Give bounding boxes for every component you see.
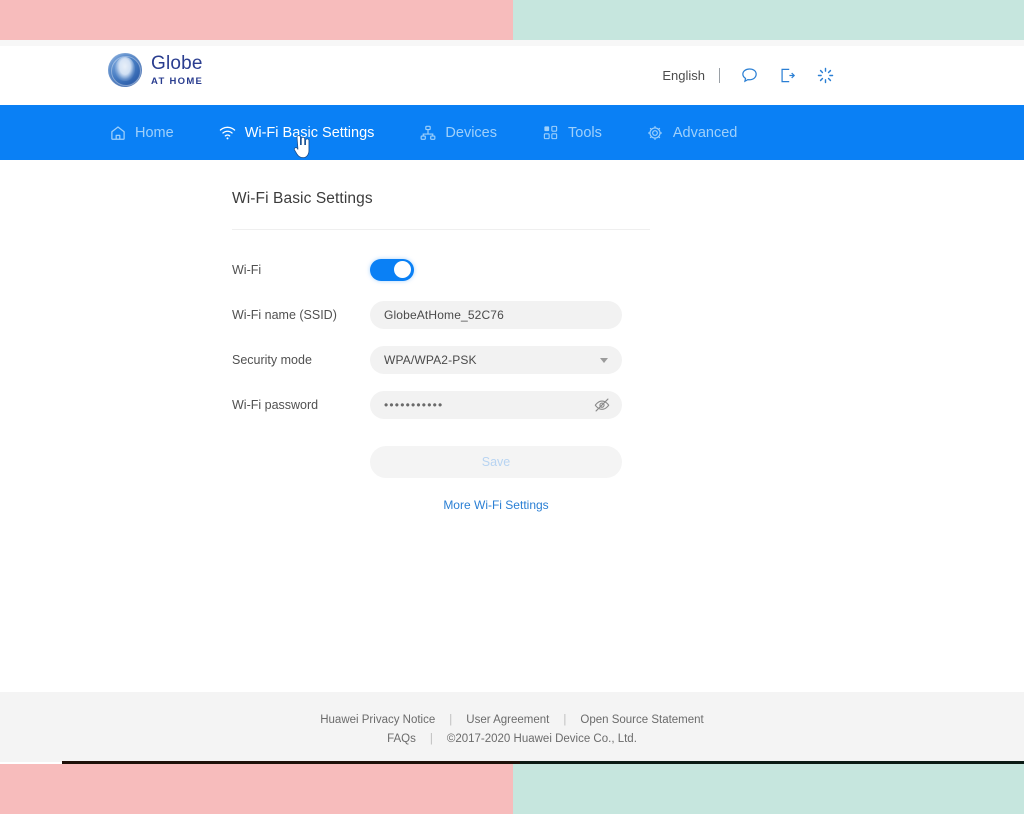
security-mode-select[interactable]: WPA/WPA2-PSK [370, 345, 622, 374]
main-navigation: Home Wi-Fi Basic Settings Devices Tools … [0, 105, 1024, 160]
label-security-mode: Security mode [232, 352, 312, 367]
nav-label-wifi-basic-settings: Wi-Fi Basic Settings [244, 124, 375, 141]
wifi-password-value: ••••••••••• [384, 397, 444, 412]
chat-bubble-icon[interactable] [736, 63, 762, 89]
main-content: Wi-Fi Basic Settings Wi-Fi Wi-Fi name (S… [0, 160, 1024, 740]
header-tools: English [662, 46, 838, 105]
ssid-value: GlobeAtHome_52C76 [384, 307, 504, 322]
form-row-wifi-toggle: Wi-Fi [232, 256, 1024, 283]
more-wifi-settings-link[interactable]: More Wi-Fi Settings [370, 498, 622, 512]
footer-separator: | [429, 732, 433, 745]
language-selector[interactable]: English [662, 68, 705, 83]
nav-item-advanced[interactable]: Advanced [646, 123, 738, 142]
wifi-settings-form: Wi-Fi Wi-Fi name (SSID) GlobeAtHome_52C7… [232, 256, 1024, 419]
tools-grid-icon [541, 123, 560, 142]
nav-item-devices[interactable]: Devices [418, 123, 497, 142]
nav-label-home: Home [135, 124, 174, 141]
nav-item-home[interactable]: Home [108, 123, 174, 142]
decorative-band-mint-top [513, 0, 1024, 40]
footer-line-primary: Huawei Privacy Notice | User Agreement |… [320, 714, 704, 726]
devices-icon [418, 123, 437, 142]
globe-logo-icon [108, 53, 142, 87]
decorative-band-pink-bottom [0, 764, 513, 814]
nav-label-advanced: Advanced [672, 124, 738, 141]
save-button[interactable]: Save [370, 446, 622, 478]
page-title: Wi-Fi Basic Settings [232, 190, 373, 207]
form-row-password: Wi-Fi password ••••••••••• [232, 390, 1024, 419]
footer-line-secondary: FAQs | ©2017-2020 Huawei Device Co., Ltd… [387, 733, 637, 745]
wifi-icon [218, 123, 237, 142]
label-wifi-password: Wi-Fi password [232, 397, 319, 412]
brand-text: Globe AT HOME [151, 54, 203, 87]
wifi-enable-toggle[interactable] [370, 258, 414, 281]
decorative-band-mint-bottom [513, 764, 1024, 814]
footer-link-open-source-statement[interactable]: Open Source Statement [580, 714, 703, 726]
brand-name: Globe [151, 52, 203, 74]
security-mode-value: WPA/WPA2-PSK [384, 352, 477, 367]
wifi-password-input[interactable]: ••••••••••• [370, 390, 622, 419]
loading-spinner-icon[interactable] [812, 63, 838, 89]
footer-link-privacy-notice[interactable]: Huawei Privacy Notice [320, 714, 435, 726]
home-icon [108, 123, 127, 142]
decorative-band-top [0, 0, 1024, 40]
brand-tagline: AT HOME [151, 75, 204, 87]
toggle-knob [394, 261, 411, 278]
site-footer: Huawei Privacy Notice | User Agreement |… [0, 692, 1024, 762]
nav-label-tools: Tools [568, 124, 602, 141]
gear-icon [646, 123, 665, 142]
form-row-ssid: Wi-Fi name (SSID) GlobeAtHome_52C76 [232, 300, 1024, 329]
footer-link-faqs[interactable]: FAQs [387, 733, 416, 745]
decorative-band-bottom [0, 764, 1024, 814]
label-wifi: Wi-Fi [232, 262, 262, 277]
form-row-security-mode: Security mode WPA/WPA2-PSK [232, 345, 1024, 374]
footer-copyright: ©2017-2020 Huawei Device Co., Ltd. [446, 732, 637, 745]
footer-separator: | [449, 713, 453, 726]
ssid-input[interactable]: GlobeAtHome_52C76 [370, 300, 622, 329]
brand-logo[interactable]: Globe AT HOME [108, 53, 203, 87]
nav-item-tools[interactable]: Tools [541, 123, 602, 142]
nav-item-wifi-basic-settings[interactable]: Wi-Fi Basic Settings [218, 123, 375, 142]
footer-link-user-agreement[interactable]: User Agreement [466, 714, 549, 726]
form-actions: Save More Wi-Fi Settings [232, 446, 1024, 512]
title-divider [232, 229, 650, 230]
router-admin-page: Globe AT HOME English Home Wi-Fi Basic S… [0, 46, 1024, 762]
eye-off-icon[interactable] [593, 396, 611, 414]
logout-icon[interactable] [774, 63, 800, 89]
chevron-down-icon [600, 357, 608, 363]
decorative-band-pink-top [0, 0, 513, 40]
footer-separator: | [563, 713, 567, 726]
site-header: Globe AT HOME English [0, 46, 1024, 105]
nav-label-devices: Devices [445, 124, 497, 141]
header-divider [719, 68, 720, 83]
label-ssid: Wi-Fi name (SSID) [232, 307, 337, 322]
